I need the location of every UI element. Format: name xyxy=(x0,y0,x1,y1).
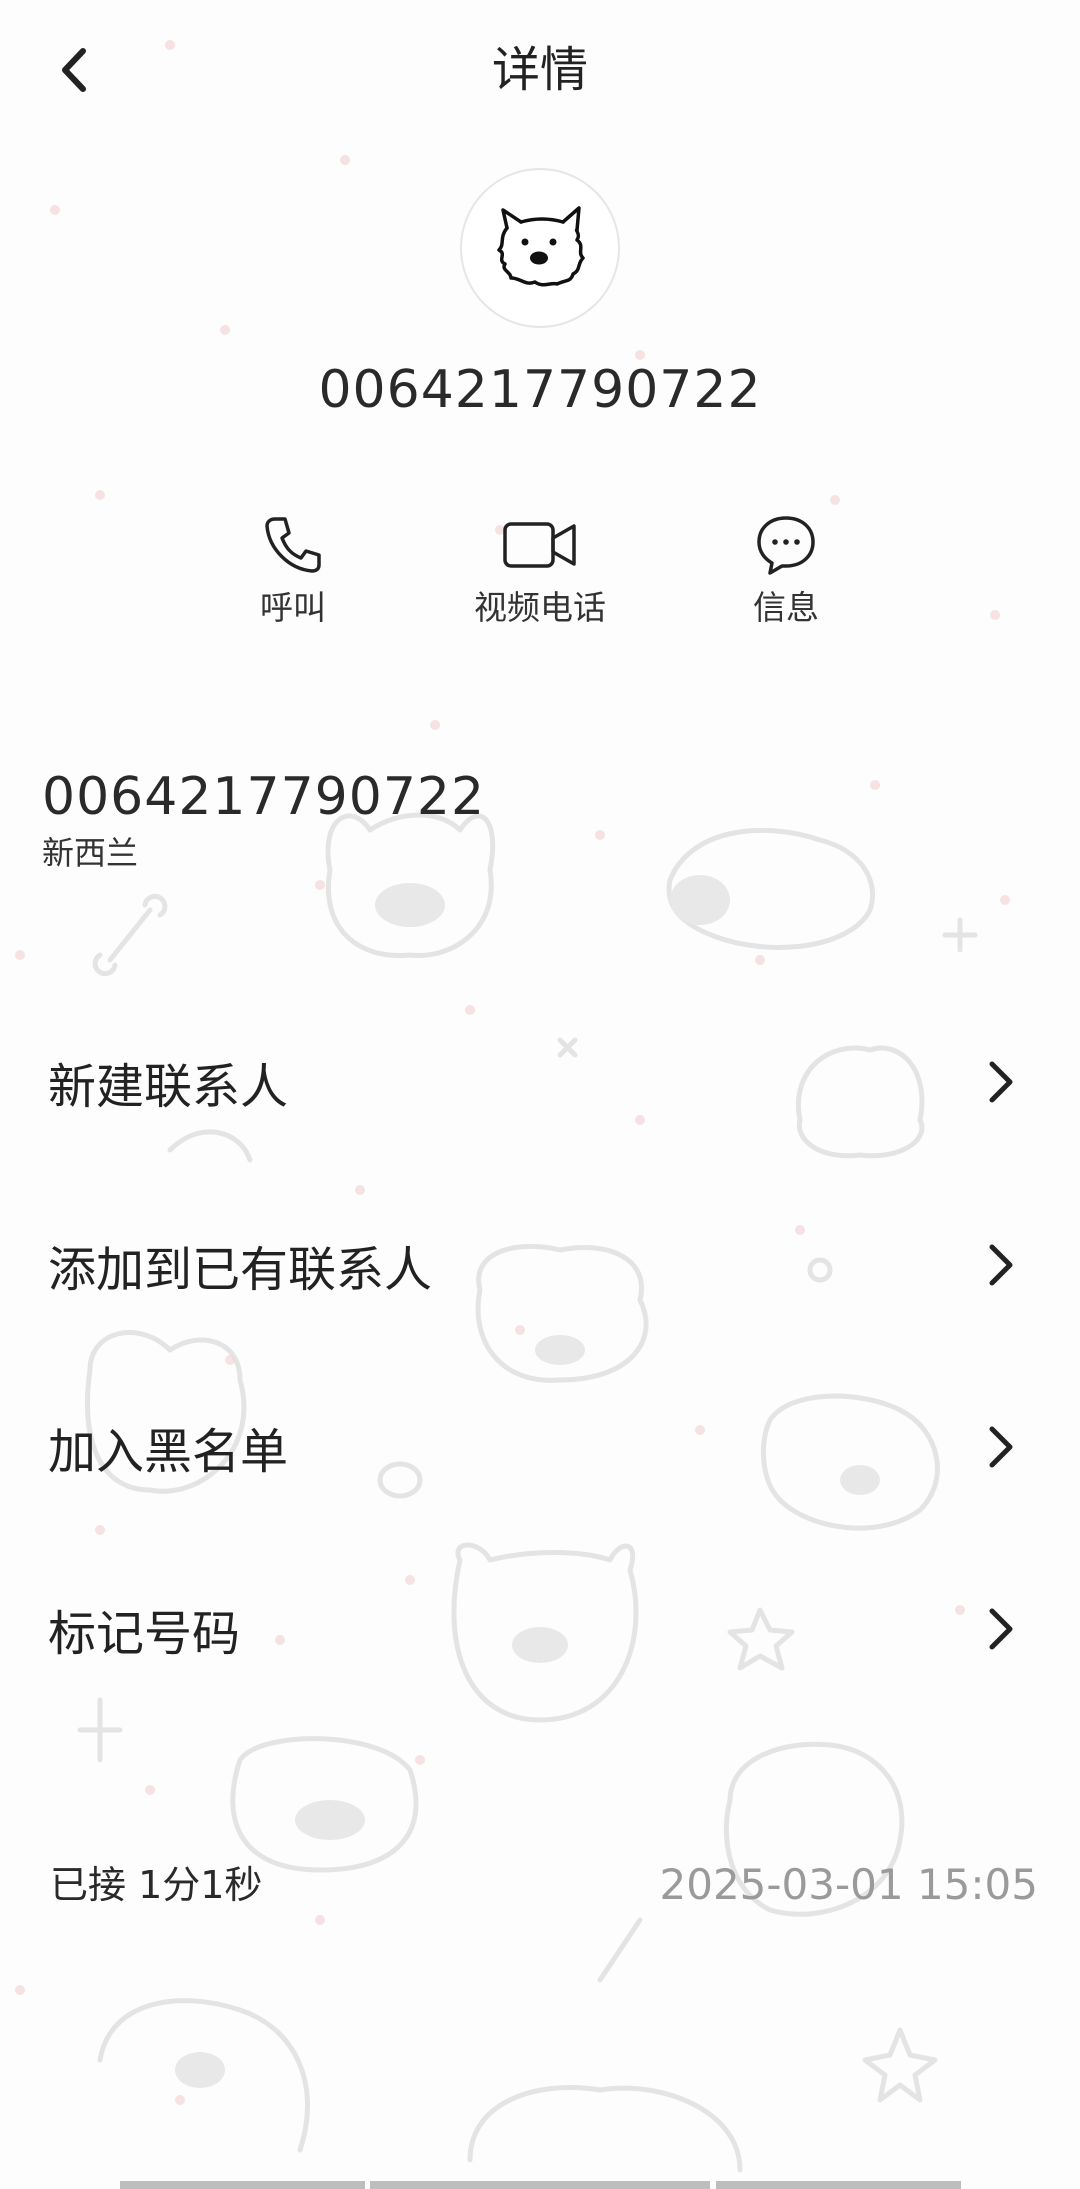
message-label: 信息 xyxy=(753,588,819,627)
call-status: 已接 1分1秒 xyxy=(50,1863,263,1907)
contact-detail-screen: 详情 0064217790722 呼叫 视频电话 信息 006421779072… xyxy=(0,0,1080,2189)
video-camera-icon xyxy=(503,522,576,568)
menu-item-label: 加入黑名单 xyxy=(48,1424,289,1480)
home-indicator xyxy=(716,2181,961,2189)
mark-number-item[interactable]: 标记号码 xyxy=(0,1569,1080,1689)
call-datetime: 2025-03-01 15:05 xyxy=(659,1860,1038,1909)
call-label: 呼叫 xyxy=(260,588,326,627)
call-button[interactable]: 呼叫 xyxy=(193,510,393,640)
avatar[interactable] xyxy=(460,168,620,328)
menu-item-label: 添加到已有联系人 xyxy=(48,1242,433,1298)
new-contact-item[interactable]: 新建联系人 xyxy=(0,1022,1080,1142)
contact-number: 0064217790722 xyxy=(318,360,762,420)
message-bubble-icon xyxy=(757,516,815,575)
chevron-right-icon xyxy=(989,1426,1013,1468)
phone-icon xyxy=(265,517,321,573)
dog-avatar-icon xyxy=(497,206,585,287)
phone-number: 0064217790722 xyxy=(42,767,486,827)
home-indicator xyxy=(120,2181,365,2189)
number-location: 新西兰 xyxy=(42,834,139,872)
menu-item-label: 新建联系人 xyxy=(48,1059,289,1115)
video-call-button[interactable]: 视频电话 xyxy=(440,510,640,640)
home-indicator xyxy=(370,2181,710,2189)
page-title: 详情 xyxy=(491,42,588,98)
menu-item-label: 标记号码 xyxy=(48,1606,241,1662)
header: 详情 xyxy=(0,0,1080,140)
add-to-blacklist-item[interactable]: 加入黑名单 xyxy=(0,1387,1080,1507)
message-button[interactable]: 信息 xyxy=(686,510,886,640)
chevron-right-icon xyxy=(989,1244,1013,1286)
number-info: 0064217790722 新西兰 xyxy=(42,762,485,874)
call-log-row: 已接 1分1秒 2025-03-01 15:05 xyxy=(0,1855,1080,1915)
chevron-right-icon xyxy=(989,1608,1013,1650)
chevron-right-icon xyxy=(989,1061,1013,1103)
video-call-label: 视频电话 xyxy=(474,588,606,627)
add-to-existing-contact-item[interactable]: 添加到已有联系人 xyxy=(0,1205,1080,1325)
